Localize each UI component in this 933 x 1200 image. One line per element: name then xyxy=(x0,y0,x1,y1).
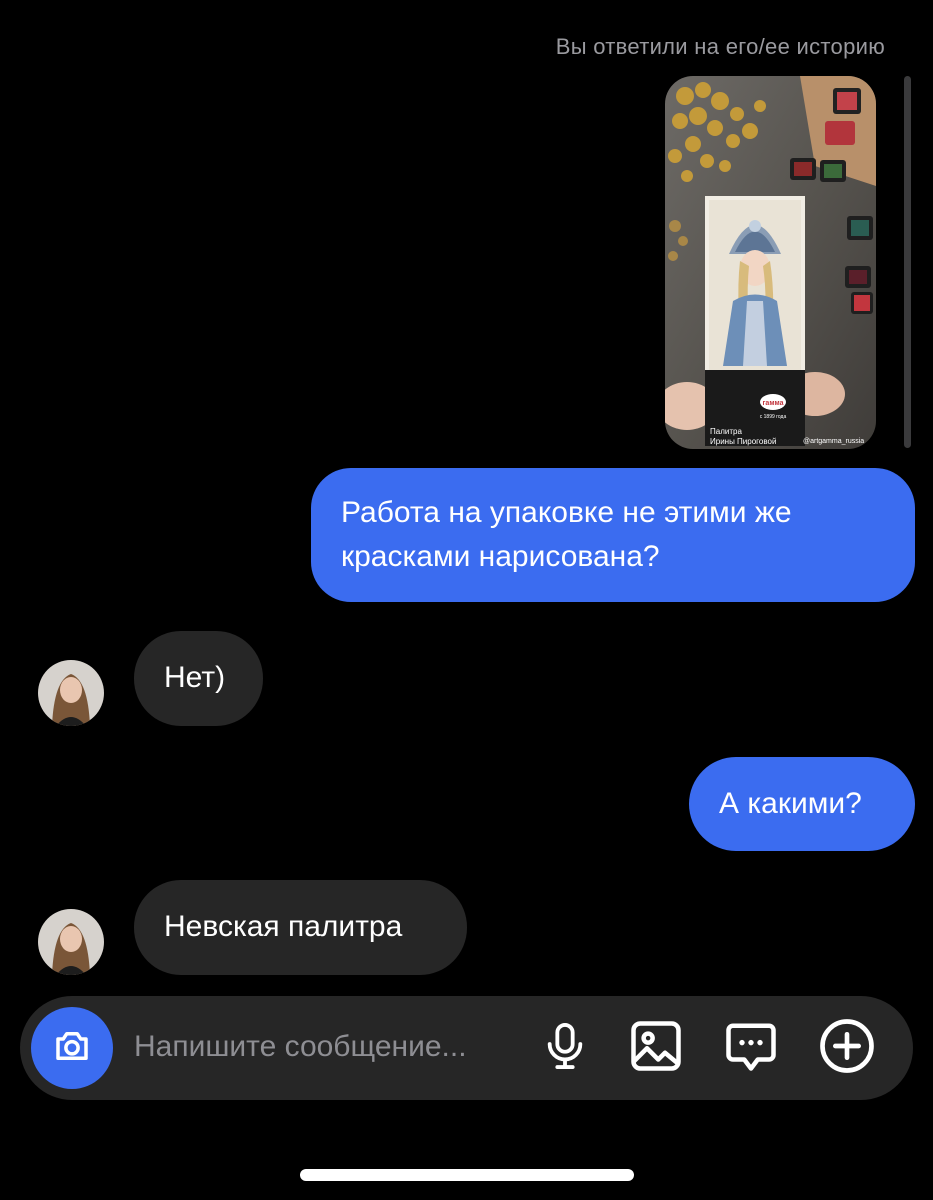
camera-button[interactable] xyxy=(31,1007,113,1089)
camera-icon xyxy=(51,1025,93,1072)
avatar[interactable] xyxy=(38,909,104,975)
sticker-button[interactable] xyxy=(723,1020,779,1076)
message-input[interactable]: Напишите сообщение... xyxy=(134,1030,467,1064)
incoming-message[interactable]: Невская палитра xyxy=(134,880,467,975)
package-line1: Палитра xyxy=(710,427,742,436)
avatar[interactable] xyxy=(38,660,104,726)
home-indicator[interactable] xyxy=(300,1169,634,1181)
story-handle: @artgamma_russia xyxy=(803,438,864,445)
story-thumbnail[interactable]: гамма с 1899 года Палитра Ирины Пирогово… xyxy=(665,76,876,449)
brand-since-text: с 1899 года xyxy=(760,414,787,420)
story-reply-caption: Вы ответили на его/ее историю xyxy=(555,34,885,59)
plus-icon xyxy=(819,1018,875,1079)
package-line2: Ирины Пироговой xyxy=(710,437,776,446)
brand-logo-text: гамма xyxy=(763,400,784,407)
incoming-message[interactable]: Нет) xyxy=(134,631,263,726)
add-button[interactable] xyxy=(819,1018,875,1079)
outgoing-message[interactable]: А какими? xyxy=(689,757,915,851)
sticker-icon xyxy=(724,1019,778,1078)
microphone-icon xyxy=(542,1020,588,1077)
scrollbar[interactable] xyxy=(904,76,911,448)
microphone-button[interactable] xyxy=(537,1020,593,1076)
message-composer: Напишите сообщение... xyxy=(20,996,913,1100)
outgoing-message[interactable]: Работа на упаковке не этими же красками … xyxy=(311,468,915,602)
gallery-icon xyxy=(629,1019,683,1078)
gallery-button[interactable] xyxy=(628,1020,684,1076)
